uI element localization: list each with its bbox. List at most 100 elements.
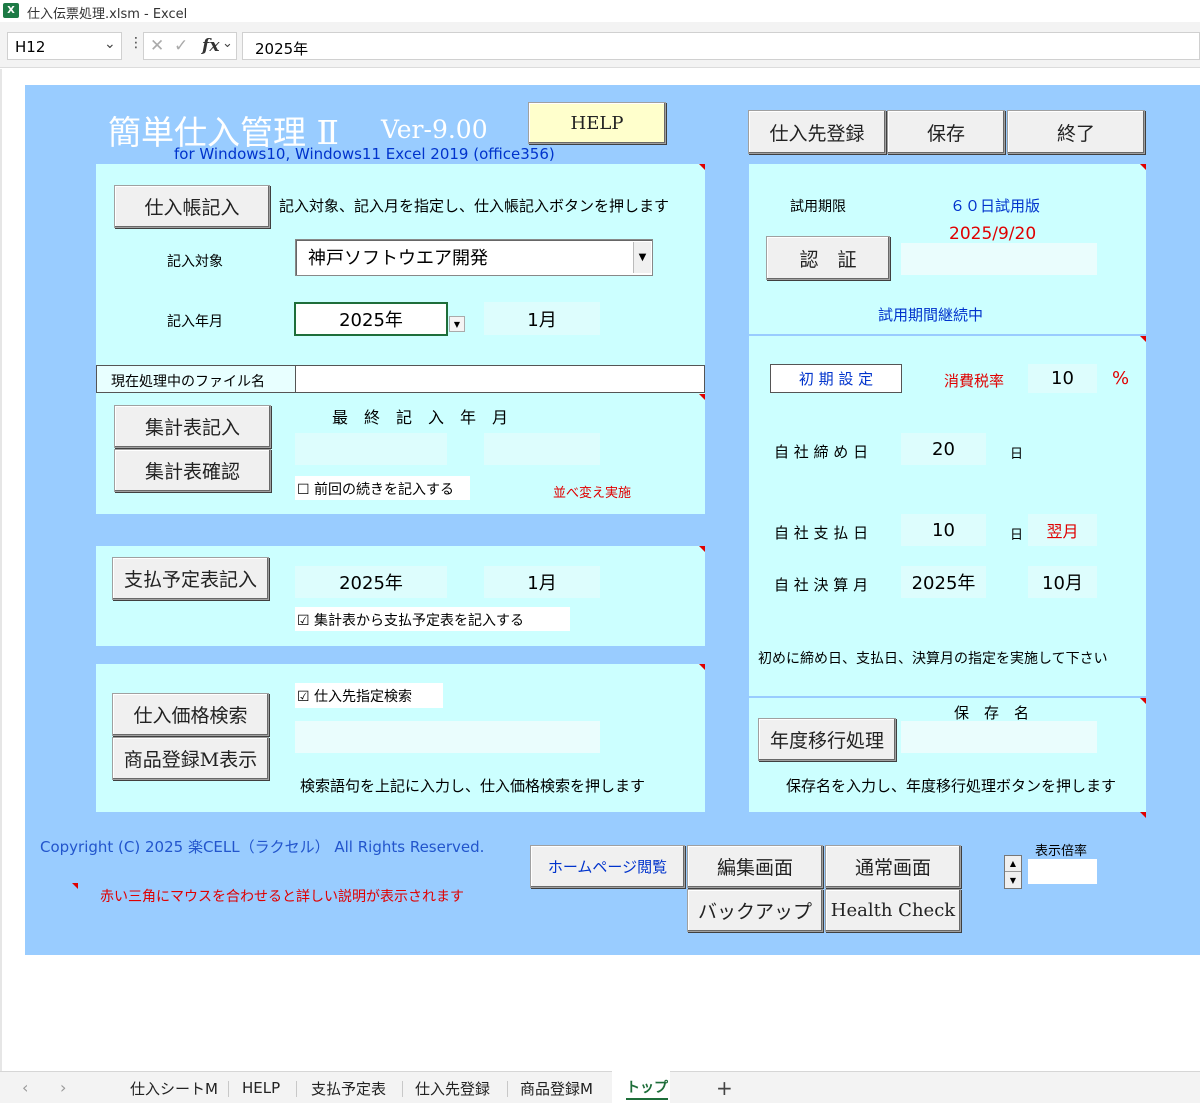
ledger-instruction: 記入対象、記入月を指定し、仕入帳記入ボタンを押します <box>279 197 670 215</box>
current-file-label: 現在処理中のファイル名 <box>111 374 265 390</box>
comment-indicator[interactable] <box>699 546 705 552</box>
year-dropdown-icon[interactable]: ▼ <box>449 316 465 332</box>
auth-button[interactable]: 認 証 <box>766 236 890 280</box>
trial-status: 試用期間継続中 <box>878 306 984 324</box>
year-transfer-button[interactable]: 年度移行処理 <box>758 718 896 761</box>
current-file-value[interactable] <box>295 365 705 393</box>
record-month-value: 1月 <box>527 309 557 331</box>
target-select[interactable]: 神戸ソフトウエア開発 ▼ <box>295 239 653 276</box>
payment-schedule-button[interactable]: 支払予定表記入 <box>112 557 269 600</box>
trial-label: 試用期限 <box>790 199 846 215</box>
summary-record-button[interactable]: 集計表記入 <box>114 405 271 448</box>
scroll-right-icon[interactable]: › <box>60 1078 66 1097</box>
function-icon[interactable]: fx <box>202 36 219 56</box>
comment-indicator[interactable] <box>699 394 705 400</box>
search-input[interactable] <box>295 721 600 753</box>
payment-checkbox-label: ☑ 集計表から支払予定表を記入する <box>297 613 525 629</box>
payday-unit: 日 <box>1010 528 1024 543</box>
payday-cell[interactable]: 10 <box>901 514 986 546</box>
fiscal-year-cell[interactable]: 2025年 <box>901 566 986 598</box>
formula-value: 2025年 <box>255 40 309 58</box>
trial-date: 2025/9/20 <box>949 224 1037 244</box>
record-year-cell[interactable]: 2025年 <box>294 302 448 336</box>
supplier-search-checkbox[interactable]: ☑ 仕入先指定検索 <box>295 683 443 708</box>
hint-text: 赤い三角にマウスを合わせると詳しい説明が表示されます <box>100 889 464 905</box>
payment-year-cell[interactable]: 2025年 <box>295 566 447 598</box>
payday-label: 自 社 支 払 日 <box>774 524 869 542</box>
tax-rate-cell[interactable]: 10 <box>1028 364 1097 393</box>
closing-day-cell[interactable]: 20 <box>901 433 986 465</box>
zoom-spinner[interactable]: ▲ ▼ <box>1004 855 1022 889</box>
chevron-down-icon[interactable]: ⌄ <box>104 36 116 52</box>
tab-purchase-sheet[interactable]: 仕入シートM <box>130 1073 218 1103</box>
target-label: 記入対象 <box>167 254 223 270</box>
settings-note: 初めに締め日、支払日、決算月の指定を実施して下さい <box>758 651 1108 667</box>
window-title: 仕入伝票処理.xlsm - Excel <box>27 7 188 22</box>
edit-screen-button[interactable]: 編集画面 <box>687 845 823 888</box>
exit-button[interactable]: 終了 <box>1007 110 1145 154</box>
auth-input[interactable] <box>901 243 1097 275</box>
spin-up-icon[interactable]: ▲ <box>1005 856 1021 872</box>
summary-confirm-button[interactable]: 集計表確認 <box>114 449 271 492</box>
formula-actions: ✕ ✓ fx ⌄ <box>143 32 237 60</box>
fiscal-month-value: 10月 <box>1042 573 1083 594</box>
comment-indicator[interactable] <box>699 164 705 170</box>
year-transfer-instruction: 保存名を入力し、年度移行処理ボタンを押します <box>786 777 1117 795</box>
payday-month-cell[interactable]: 翌月 <box>1028 514 1097 546</box>
comment-indicator[interactable] <box>1140 336 1146 342</box>
tab-top-label: トップ <box>626 1077 668 1100</box>
comment-indicator-sample <box>72 883 78 889</box>
comment-indicator[interactable] <box>1140 698 1146 704</box>
continue-checkbox[interactable]: ☐ 前回の続きを記入する <box>295 476 470 500</box>
target-select-value: 神戸ソフトウエア開発 <box>308 248 488 269</box>
save-button[interactable]: 保存 <box>887 110 1005 154</box>
tab-help[interactable]: HELP <box>242 1073 280 1103</box>
formula-input[interactable]: 2025年 <box>242 32 1200 60</box>
normal-screen-button[interactable]: 通常画面 <box>825 845 961 888</box>
tab-product-master[interactable]: 商品登録M <box>520 1073 593 1103</box>
initial-settings-box: 初 期 設 定 <box>770 364 902 393</box>
record-month-cell[interactable]: 1月 <box>484 302 600 335</box>
comment-indicator[interactable] <box>1140 812 1146 818</box>
app-subtitle: for Windows10, Windows11 Excel 2019 (off… <box>174 145 555 163</box>
tab-supplier-register[interactable]: 仕入先登録 <box>415 1073 490 1103</box>
record-year-value: 2025年 <box>339 310 403 331</box>
payment-month-cell[interactable]: 1月 <box>484 566 600 598</box>
closing-day-label: 自 社 締 め 日 <box>774 443 869 461</box>
formula-bar: H12 ⌄ ⋮ ✕ ✓ fx ⌄ 2025年 <box>0 22 1200 68</box>
sort-note: 並べ変え実施 <box>553 486 632 501</box>
help-button[interactable]: HELP <box>528 102 666 144</box>
backup-button[interactable]: バックアップ <box>687 889 823 932</box>
cancel-icon[interactable]: ✕ <box>150 36 164 56</box>
zoom-label: 表示倍率 <box>1035 844 1088 859</box>
payday-month-value: 翌月 <box>1046 522 1079 541</box>
zoom-input[interactable] <box>1028 859 1097 884</box>
enter-icon[interactable]: ✓ <box>174 36 188 56</box>
comment-indicator[interactable] <box>699 664 705 670</box>
comment-indicator[interactable] <box>1140 164 1146 170</box>
save-name-input[interactable] <box>901 721 1097 753</box>
payment-checkbox[interactable]: ☑ 集計表から支払予定表を記入する <box>295 607 570 631</box>
payday-value: 10 <box>932 519 955 541</box>
fiscal-month-label: 自 社 決 算 月 <box>774 576 869 594</box>
price-search-button[interactable]: 仕入価格検索 <box>112 693 269 736</box>
add-sheet-icon[interactable]: + <box>716 1076 733 1100</box>
product-master-button[interactable]: 商品登録M表示 <box>112 737 269 780</box>
homepage-button[interactable]: ホームページ閲覧 <box>530 845 685 888</box>
last-month-cell[interactable] <box>484 433 600 465</box>
spin-down-icon[interactable]: ▼ <box>1005 872 1021 888</box>
supplier-register-button[interactable]: 仕入先登録 <box>748 110 886 154</box>
tab-top-active[interactable]: トップ <box>612 1071 670 1103</box>
tab-payment-schedule[interactable]: 支払予定表 <box>311 1073 386 1103</box>
dropdown-arrow-icon[interactable]: ▼ <box>633 242 651 273</box>
chevron-down-icon[interactable]: ⌄ <box>222 36 233 51</box>
name-box[interactable]: H12 ⌄ <box>7 32 122 60</box>
last-year-cell[interactable] <box>295 433 447 465</box>
more-options-icon[interactable]: ⋮ <box>129 35 143 51</box>
fiscal-month-cell[interactable]: 10月 <box>1028 566 1097 598</box>
tab-divider <box>507 1081 508 1097</box>
health-check-button[interactable]: Health Check <box>825 889 961 932</box>
tax-rate-label: 消費税率 <box>944 372 1005 390</box>
ledger-record-button[interactable]: 仕入帳記入 <box>114 185 270 228</box>
scroll-left-icon[interactable]: ‹ <box>22 1078 28 1097</box>
